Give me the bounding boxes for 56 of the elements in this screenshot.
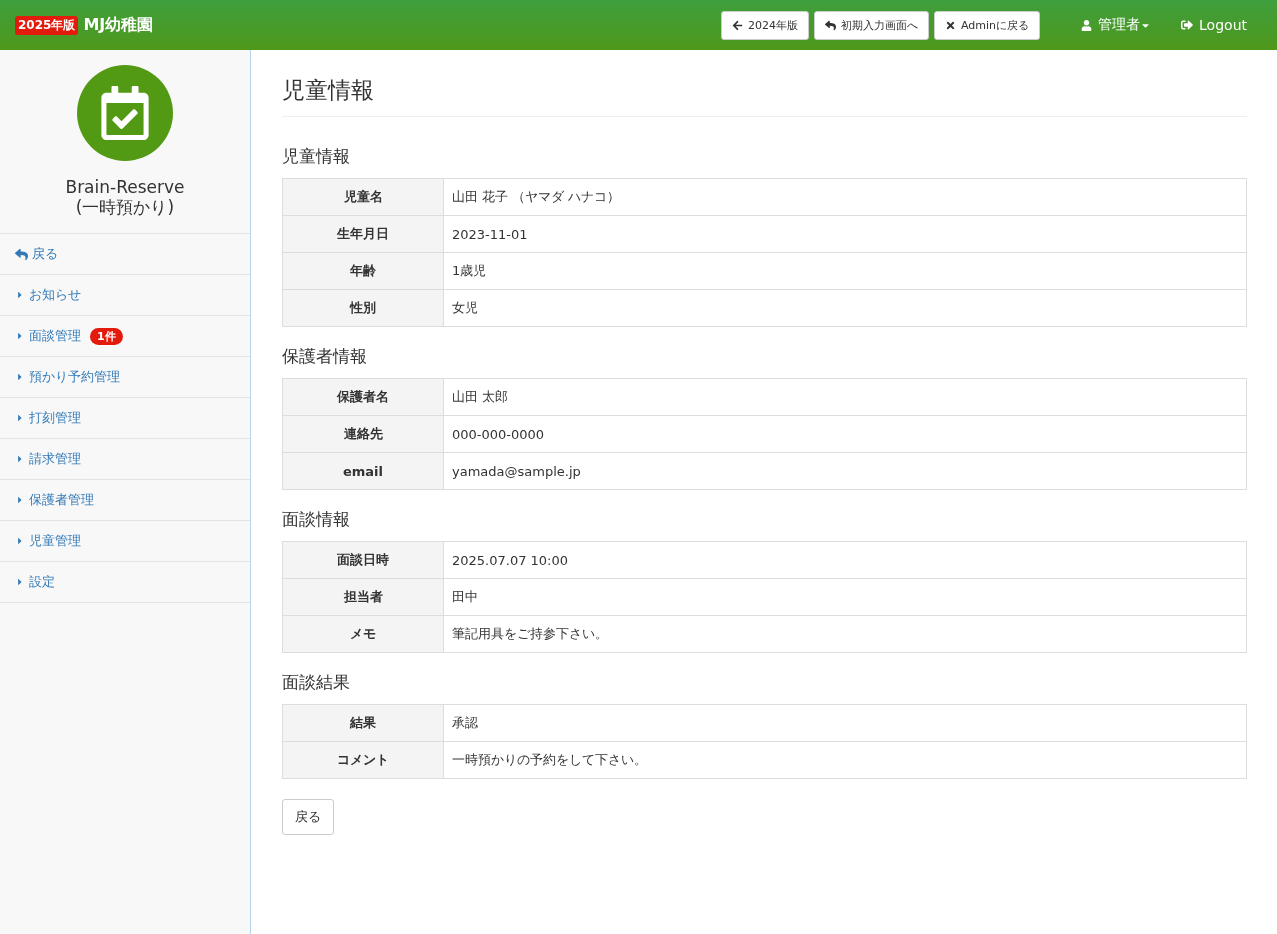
row-label: 連絡先 bbox=[282, 415, 444, 453]
user-menu[interactable]: 管理者 bbox=[1066, 16, 1167, 34]
edition-badge: 2025年版 bbox=[15, 15, 79, 35]
row-value: 女児 bbox=[443, 289, 1247, 327]
page-title: 児童情報 bbox=[282, 75, 1247, 117]
app-subtitle: (一時預かり) bbox=[74, 197, 176, 217]
row-label: 児童名 bbox=[282, 178, 444, 216]
row-label: 担当者 bbox=[282, 578, 444, 616]
back-button[interactable]: 戻る bbox=[282, 799, 334, 835]
sidebar-item[interactable]: 保護者管理 bbox=[0, 479, 250, 520]
logout-link[interactable]: Logout bbox=[1166, 17, 1262, 33]
row-value: 1歳児 bbox=[443, 252, 1247, 290]
calendar-check-icon bbox=[98, 86, 152, 140]
sidebar-item[interactable]: お知らせ bbox=[0, 274, 250, 315]
logout-icon bbox=[1181, 19, 1194, 31]
row-label: 面談日時 bbox=[282, 541, 444, 579]
row-value: 一時預かりの予約をして下さい。 bbox=[443, 741, 1247, 779]
row-label: 結果 bbox=[282, 704, 444, 742]
sidebar-item[interactable]: 預かり予約管理 bbox=[0, 356, 250, 397]
brand-name: MJ幼稚園 bbox=[83, 14, 154, 36]
row-value: 承認 bbox=[443, 704, 1247, 742]
sidebar-item[interactable]: 設定 bbox=[0, 561, 250, 603]
row-value: 田中 bbox=[443, 578, 1247, 616]
sidebar-item[interactable]: 児童管理 bbox=[0, 520, 250, 561]
sidebar-item[interactable]: 請求管理 bbox=[0, 438, 250, 479]
row-value: 筆記用具をご持参下さい。 bbox=[443, 615, 1247, 653]
row-value: yamada@sample.jp bbox=[443, 452, 1247, 490]
row-value: 山田 太郎 bbox=[443, 378, 1247, 416]
nav-button[interactable]: 2024年版 bbox=[721, 10, 809, 40]
row-label: コメント bbox=[282, 741, 444, 779]
arrow-left-icon bbox=[732, 19, 743, 31]
count-badge: 1件 bbox=[90, 327, 123, 345]
row-value: 2023-11-01 bbox=[443, 215, 1247, 253]
section-heading: 保護者情報 bbox=[282, 345, 368, 368]
sidebar-item[interactable]: 戻る bbox=[0, 233, 250, 274]
row-value: 2025.07.07 10:00 bbox=[443, 541, 1247, 579]
section-heading: 面談情報 bbox=[282, 508, 351, 531]
row-label: 年齢 bbox=[282, 252, 444, 290]
row-label: 保護者名 bbox=[282, 378, 444, 416]
reply-arrow-icon bbox=[15, 247, 28, 261]
nav-button[interactable]: Adminに戻る bbox=[934, 10, 1041, 40]
nav-button[interactable]: 初期入力画面へ bbox=[814, 10, 929, 40]
row-value: 000-000-0000 bbox=[443, 415, 1247, 453]
row-value: 山田 花子 （ヤマダ ハナコ） bbox=[443, 178, 1247, 216]
close-icon bbox=[945, 19, 956, 31]
sidebar-item[interactable]: 打刻管理 bbox=[0, 397, 250, 438]
app-name: Brain-Reserve bbox=[64, 177, 186, 197]
sidebar-item[interactable]: 面談管理 1件 bbox=[0, 315, 250, 356]
row-label: email bbox=[282, 452, 444, 490]
row-label: 生年月日 bbox=[282, 215, 444, 253]
row-label: 性別 bbox=[282, 289, 444, 327]
row-label: メモ bbox=[282, 615, 444, 653]
reply-arrow-icon bbox=[825, 19, 836, 31]
section-heading: 児童情報 bbox=[282, 145, 351, 168]
user-icon bbox=[1081, 19, 1093, 31]
section-heading: 面談結果 bbox=[282, 671, 351, 694]
